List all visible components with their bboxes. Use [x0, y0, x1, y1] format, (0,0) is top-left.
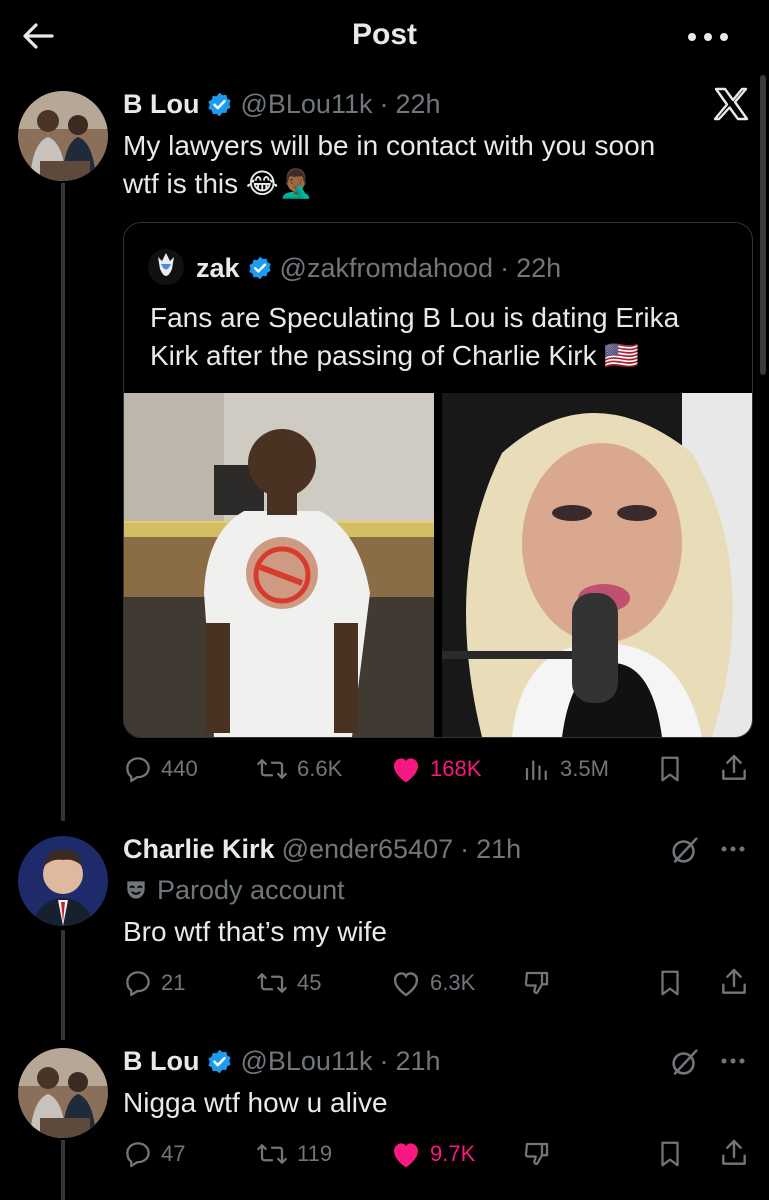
reply-count: 21 [161, 970, 186, 995]
thread-line [61, 930, 65, 1040]
reply-button[interactable]: 47 [123, 1139, 185, 1169]
bookmark-icon[interactable] [655, 754, 685, 784]
separator-dot: · [379, 1045, 389, 1076]
repost-icon [255, 968, 289, 998]
like-count: 9.7K [430, 1141, 476, 1166]
share-icon[interactable] [718, 752, 750, 784]
author-name[interactable]: B Lou [123, 89, 199, 120]
dislike-icon[interactable] [522, 1139, 552, 1169]
thread-line [61, 1140, 65, 1200]
separator-dot: · [500, 252, 510, 283]
share-icon[interactable] [718, 966, 750, 998]
parody-label: Parody account [123, 872, 345, 908]
repost-count: 6.6K [297, 756, 343, 781]
bookmark-icon[interactable] [655, 968, 685, 998]
grok-icon[interactable] [668, 1045, 702, 1079]
repost-button[interactable]: 6.6K [255, 754, 342, 784]
quote-text-line: Fans are Speculating B Lou is dating Eri… [150, 302, 680, 333]
author-name[interactable]: Charlie Kirk [123, 834, 275, 865]
verified-badge-icon [206, 91, 233, 118]
reply-count: 440 [161, 756, 198, 781]
verified-badge-icon [247, 255, 273, 281]
post-time[interactable]: 22h [395, 89, 440, 120]
bookmark-icon[interactable] [655, 1139, 685, 1169]
avatar[interactable] [18, 836, 108, 926]
quote-image-right[interactable] [442, 393, 752, 737]
like-count: 168K [430, 756, 482, 781]
quote-header: zak @zakfromdahood · 22h [196, 251, 561, 285]
heart-filled-icon [390, 1139, 422, 1169]
quote-author-handle: @zakfromdahood [279, 252, 494, 283]
scrollbar[interactable] [760, 75, 766, 375]
separator-dot: · [460, 833, 470, 864]
reply-header: B Lou @BLou11k · 21h [123, 1043, 441, 1079]
separator-dot: · [379, 88, 389, 119]
reply-icon [123, 1139, 153, 1169]
repost-icon [255, 754, 289, 784]
avatar[interactable] [18, 1048, 108, 1138]
repost-button[interactable]: 45 [255, 968, 321, 998]
quote-author-name: zak [196, 252, 240, 283]
like-count: 6.3K [430, 970, 476, 995]
post-time[interactable]: 21h [476, 834, 521, 865]
grok-icon[interactable] [668, 833, 702, 867]
views-button[interactable]: 3.5M [522, 754, 609, 784]
heart-filled-icon [390, 754, 422, 784]
like-button[interactable]: 9.7K [390, 1139, 475, 1169]
repost-count: 45 [297, 970, 322, 995]
author-name[interactable]: B Lou [123, 1046, 199, 1077]
like-button[interactable]: 168K [390, 754, 481, 784]
dislike-icon[interactable] [522, 968, 552, 998]
reply-header: Charlie Kirk @ender65407 · 21h [123, 831, 521, 867]
author-handle[interactable]: @BLou11k [240, 1046, 372, 1077]
views-chart-icon [522, 754, 552, 784]
quote-image-left[interactable] [124, 393, 434, 737]
heart-outline-icon [390, 968, 422, 998]
reply-icon [123, 754, 153, 784]
reply-text: Bro wtf that’s my wife [123, 916, 388, 947]
repost-button[interactable]: 119 [255, 1139, 332, 1169]
page-title: Post [351, 18, 417, 51]
views-count: 3.5M [560, 756, 609, 781]
quote-text: Fans are Speculating B Lou is dating Eri… [150, 299, 740, 375]
repost-count: 119 [297, 1141, 333, 1166]
top-bar: Post [0, 0, 769, 75]
more-options-icon[interactable] [716, 1048, 750, 1074]
verified-badge-icon [206, 1048, 233, 1075]
like-button[interactable]: 6.3K [390, 968, 475, 998]
thread-line [61, 183, 65, 821]
post-text-line: My lawyers will be in contact with you s… [123, 130, 656, 161]
post-header: B Lou @BLou11k · 22h [123, 86, 441, 122]
reply-text: Nigga wtf how u alive [123, 1087, 388, 1118]
emoji: 😂🤦🏾‍♂️ [245, 168, 314, 199]
post-text: My lawyers will be in contact with you s… [123, 127, 743, 203]
repost-icon [255, 1139, 289, 1169]
quote-time: 22h [516, 252, 562, 283]
quote-avatar [148, 249, 184, 285]
reply-icon [123, 968, 153, 998]
mask-icon [123, 877, 149, 903]
more-options-icon[interactable] [678, 22, 738, 52]
quoted-post[interactable]: zak @zakfromdahood · 22h Fans are Specul… [123, 222, 753, 738]
reply-button[interactable]: 440 [123, 754, 198, 784]
flag-emoji: 🇺🇸 [604, 340, 640, 371]
post-time[interactable]: 21h [395, 1046, 440, 1077]
avatar[interactable] [18, 91, 108, 181]
share-icon[interactable] [718, 1137, 750, 1169]
author-handle[interactable]: @BLou11k [240, 89, 372, 120]
post-text-line: wtf is this [123, 168, 239, 199]
reply-count: 47 [161, 1141, 186, 1166]
parody-label-text: Parody account [157, 874, 345, 905]
more-options-icon[interactable] [716, 836, 750, 862]
author-handle[interactable]: @ender65407 [282, 834, 454, 865]
quote-text-line: Kirk after the passing of Charlie Kirk [150, 340, 597, 371]
x-logo-icon [712, 86, 750, 122]
reply-button[interactable]: 21 [123, 968, 185, 998]
